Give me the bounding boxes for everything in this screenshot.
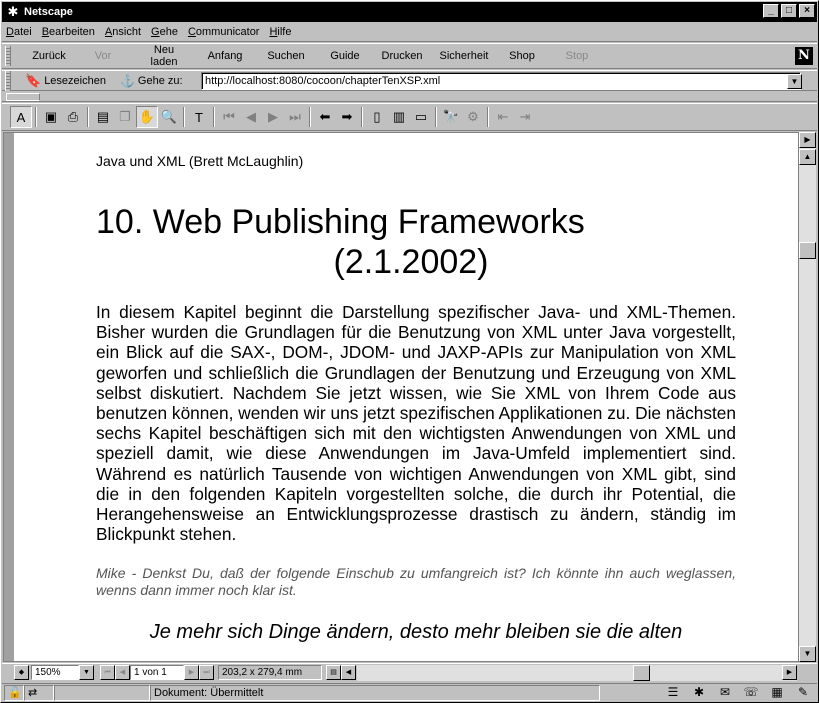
url-input[interactable]: http://localhost:8080/cocoon/chapterTenX… [201, 72, 801, 90]
zoom-tool-icon[interactable]: 🔍 [158, 106, 180, 128]
first-page-small-icon[interactable]: ⏮ [100, 665, 115, 680]
netscape-icon: ✱ [7, 4, 19, 19]
menu-communicator[interactable]: Communicator [188, 26, 260, 38]
print-button[interactable]: Drucken [373, 50, 431, 62]
guide-button[interactable]: Guide [317, 50, 373, 62]
page-number-field[interactable]: 1 von 1 [130, 665, 184, 680]
print-icon[interactable]: ⎙ [62, 106, 84, 128]
url-dropdown-button[interactable]: ▼ [787, 74, 802, 89]
forward-button[interactable]: Vor [73, 50, 133, 62]
copy-icon[interactable]: ❐ [114, 106, 136, 128]
stop-button[interactable]: Stop [547, 50, 607, 62]
menu-go[interactable]: Gehe [151, 26, 178, 38]
acrobat-icon[interactable]: A [10, 106, 32, 128]
zoom-field[interactable]: 150% [31, 665, 79, 680]
go-back-icon[interactable]: ⬅ [314, 106, 336, 128]
toolbar-tab[interactable] [6, 93, 40, 101]
bookmarks-icon[interactable]: 🔖 [25, 73, 41, 89]
save-icon[interactable]: ▣ [40, 106, 62, 128]
close-button[interactable]: × [799, 4, 815, 18]
browser-window: ✱ Netscape _ □ × Datei Bearbeiten Ansich… [0, 0, 819, 703]
window-title: Netscape [24, 6, 73, 18]
taskbar-dock-icon[interactable]: ☰ [663, 685, 683, 699]
scroll-right-arrow-icon[interactable]: ▶ [799, 132, 816, 148]
home-button[interactable]: Anfang [195, 50, 255, 62]
document-title-line1: 10. Web Publishing Frameworks [96, 203, 585, 241]
hand-tool-icon[interactable]: ✋ [136, 106, 158, 128]
search-button[interactable]: Suchen [255, 50, 317, 62]
address-book-icon[interactable]: ▦ [767, 685, 787, 699]
fit-page-icon[interactable]: ▥ [388, 106, 410, 128]
goto-label: Gehe zu: [137, 74, 183, 87]
maximize-button[interactable]: □ [781, 4, 797, 18]
scroll-left-arrow-icon[interactable]: ◀ [341, 665, 356, 680]
zoom-dropdown-icon[interactable]: ▼ [79, 665, 94, 680]
document-header: Java und XML (Brett McLaughlin) [96, 153, 304, 169]
previous-page-icon[interactable]: ◀ [240, 106, 262, 128]
menu-file[interactable]: Datei [6, 26, 32, 38]
status-bar: 🔓 ⇄ Dokument: Übermittelt ☰ ✱ ✉ ☏ ▦ ✎ [2, 683, 817, 702]
navigation-toolbar: Zurück Vor Neu laden Anfang Suchen Guide… [2, 43, 817, 69]
reload-button[interactable]: Neu laden [133, 44, 195, 68]
navigator-icon[interactable]: ✱ [689, 685, 709, 699]
document-body-paragraph: In diesem Kapitel beginnt die Darstellun… [96, 302, 736, 545]
newsgroups-icon[interactable]: ☏ [741, 685, 761, 699]
back-button[interactable]: Zurück [25, 50, 73, 62]
page-view-icon[interactable]: ▤ [92, 106, 114, 128]
page-navigation-bar: ◆ 150% ▼ ⏮ ◀ 1 von 1 ▶ ⏭ 203,2 x 279,4 m… [2, 663, 817, 681]
collapsed-toolbar-strip [2, 92, 817, 102]
document-editor-note: Mike - Denkst Du, daß der folgende Einsc… [96, 565, 736, 598]
find-again-icon[interactable]: ⚙ [462, 106, 484, 128]
security-lock-icon[interactable]: 🔓 [4, 685, 24, 701]
vertical-scrollbar[interactable]: ▶ ▲ ▼ [799, 132, 816, 662]
minimize-button[interactable]: _ [763, 4, 779, 18]
bookmarks-label[interactable]: Lesezeichen [44, 75, 106, 87]
location-grip[interactable] [5, 70, 11, 91]
go-forward-icon[interactable]: ➡ [336, 106, 358, 128]
toolbar-grip[interactable] [5, 46, 11, 66]
actual-size-icon[interactable]: ▯ [366, 106, 388, 128]
first-page-icon[interactable]: ⏮ [218, 106, 240, 128]
rotate-right-icon[interactable]: ⇥ [514, 106, 536, 128]
mail-icon[interactable]: ✉ [715, 685, 735, 699]
goto-icon: ⚓ [119, 73, 135, 88]
pdf-toolbar: A ▣ ⎙ ▤ ❐ ✋ 🔍 T ⏮ ◀ ▶ ⏭ ⬅ ➡ ▯ ▥ ▭ 🔭 ⚙ ⇤ … [2, 103, 817, 131]
pdf-page: Java und XML (Brett McLaughlin) 10. Web … [14, 133, 798, 661]
next-page-small-icon[interactable]: ▶ [184, 665, 199, 680]
document-viewport[interactable]: Java und XML (Brett McLaughlin) 10. Web … [3, 132, 799, 662]
find-icon[interactable]: 🔭 [440, 106, 462, 128]
vertical-scroll-thumb[interactable] [799, 242, 816, 259]
prev-page-small-icon[interactable]: ◀ [115, 665, 130, 680]
fit-width-icon[interactable]: ▭ [410, 106, 432, 128]
text-select-icon[interactable]: T [188, 106, 210, 128]
page-size-display: 203,2 x 279,4 mm [218, 665, 322, 680]
document-title-line2: (2.1.2002) [333, 243, 489, 281]
scroll-right-small-icon[interactable]: ▶ [782, 665, 797, 680]
scroll-up-arrow-icon[interactable]: ▲ [799, 149, 816, 165]
horizontal-scrollbar[interactable]: ▶ [357, 665, 797, 681]
menu-edit[interactable]: Bearbeiten [42, 26, 95, 38]
title-bar: ✱ Netscape _ □ × [2, 2, 817, 22]
document-quote: Je mehr sich Dinge ändern, desto mehr bl… [149, 621, 683, 643]
page-layout-icon[interactable]: ▤ [326, 665, 341, 680]
last-page-small-icon[interactable]: ⏭ [199, 665, 214, 680]
document-title: 10. Web Publishing Frameworks (2.1.2002) [96, 202, 736, 282]
horizontal-scroll-thumb[interactable] [633, 665, 650, 681]
last-page-icon[interactable]: ⏭ [284, 106, 306, 128]
menu-help[interactable]: Hilfe [269, 26, 291, 38]
menu-view[interactable]: Ansicht [105, 26, 141, 38]
status-text: Dokument: Übermittelt [150, 685, 600, 701]
connection-icon: ⇄ [24, 685, 54, 701]
zoom-arrows-icon[interactable]: ◆ [14, 665, 29, 680]
composer-icon[interactable]: ✎ [793, 685, 813, 699]
next-page-icon[interactable]: ▶ [262, 106, 284, 128]
rotate-left-icon[interactable]: ⇤ [492, 106, 514, 128]
progress-bar [54, 685, 150, 701]
shop-button[interactable]: Shop [497, 50, 547, 62]
menu-bar: Datei Bearbeiten Ansicht Gehe Communicat… [2, 23, 817, 42]
location-toolbar: 🔖 Lesezeichen ⚓ Gehe zu: http://localhos… [2, 70, 817, 91]
scroll-down-arrow-icon[interactable]: ▼ [799, 646, 816, 662]
security-button[interactable]: Sicherheit [431, 50, 497, 62]
netscape-logo-icon: N [795, 47, 813, 65]
